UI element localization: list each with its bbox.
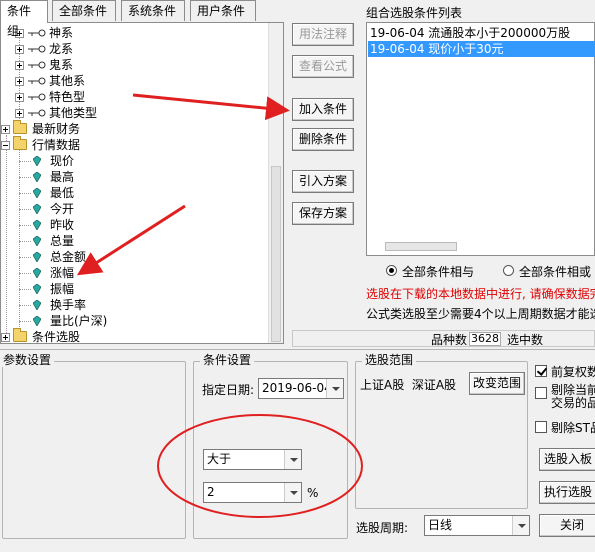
expand-icon[interactable] [15, 77, 24, 86]
indicator-icon [33, 284, 41, 294]
count-value: 3628 [469, 332, 501, 346]
note-formula-periods: 公式类选股至少需要4个以上周期数据才能选 [366, 307, 595, 321]
exclude-current-checkbox[interactable] [535, 387, 547, 399]
tree-scrollbar-thumb[interactable] [271, 166, 281, 342]
period-select[interactable]: 日线 [424, 515, 530, 536]
tab-user-conditions[interactable]: 用户条件 [190, 0, 256, 21]
operator-select[interactable]: 大于 [203, 449, 302, 470]
and-label: 全部条件相与 [402, 265, 475, 279]
indicator-icon [33, 300, 41, 310]
change-range-button[interactable]: 改变范围 [469, 372, 525, 395]
key-icon [28, 77, 46, 85]
condition-settings-title: 条件设置 [200, 353, 255, 367]
expand-icon[interactable] [15, 93, 24, 102]
indicator-icon [33, 236, 41, 246]
range-markets: 上证A股 深证A股 [360, 378, 457, 392]
usage-button[interactable]: 用法注释 [292, 23, 354, 46]
value-input[interactable]: 2 [203, 482, 302, 503]
date-picker[interactable]: 2019-06-04 [258, 378, 344, 399]
exclude-st-label: 剔除ST品 [551, 421, 595, 435]
view-formula-button[interactable]: 查看公式 [292, 55, 354, 78]
indicator-icon [33, 156, 41, 166]
condition-tree[interactable]: 神系 龙系 鬼系 其他系 特色型 其他类型 最新财务 行情数据 现价 最高 最低 今开… [0, 22, 284, 344]
expand-icon[interactable] [15, 109, 24, 118]
tab-condition-group[interactable]: 条件组 [0, 0, 48, 38]
key-icon [28, 93, 46, 101]
list-item[interactable]: 19-06-04 流通股本小于200000万股 [368, 25, 570, 41]
restore-rights-label: 前复权数 [551, 365, 595, 379]
chevron-down-icon[interactable] [284, 450, 301, 469]
restore-rights-checkbox[interactable] [535, 365, 547, 377]
date-label: 指定日期: [202, 383, 255, 397]
add-condition-button[interactable]: 加入条件 [292, 98, 354, 121]
params-title: 参数设置 [0, 353, 55, 367]
count-label: 品种数 [431, 333, 468, 347]
list-hscroll-thumb[interactable] [385, 242, 457, 251]
note-local-data: 选股在下载的本地数据中进行, 请确保数据完 [366, 287, 595, 301]
delete-condition-button[interactable]: 删除条件 [292, 128, 354, 151]
indicator-icon [33, 220, 41, 230]
chevron-down-icon[interactable] [512, 516, 529, 535]
key-icon [28, 29, 46, 37]
key-icon [28, 45, 46, 53]
condition-list-title: 组合选股条件列表 [366, 6, 463, 20]
key-icon [28, 61, 46, 69]
expand-icon[interactable] [1, 333, 10, 342]
chevron-down-icon[interactable] [326, 379, 343, 398]
indicator-icon [33, 268, 41, 278]
and-radio[interactable] [386, 265, 397, 276]
params-group [2, 361, 186, 539]
indicator-icon [33, 252, 41, 262]
range-title: 选股范围 [362, 353, 417, 367]
list-item-selected[interactable]: 19-06-04 现价小于30元 [368, 41, 595, 57]
exclude-current-label-2: 交易的品 [551, 396, 595, 410]
or-radio[interactable] [503, 265, 514, 276]
tab-all-conditions[interactable]: 全部条件 [52, 0, 116, 21]
exclude-st-checkbox[interactable] [535, 421, 547, 433]
chevron-down-icon[interactable] [284, 483, 301, 502]
indicator-icon [33, 172, 41, 182]
expand-icon[interactable] [1, 125, 10, 134]
collapse-icon[interactable] [1, 141, 10, 150]
indicator-icon [33, 188, 41, 198]
folder-icon [13, 120, 27, 134]
period-label: 选股周期: [356, 521, 409, 535]
indicator-icon [33, 204, 41, 214]
to-block-button[interactable]: 选股入板 [539, 448, 595, 471]
tab-system-conditions[interactable]: 系统条件 [121, 0, 185, 21]
folder-open-icon [13, 136, 27, 150]
or-label: 全部条件相或 [519, 265, 592, 279]
selected-label: 选中数 [507, 333, 544, 347]
expand-icon[interactable] [15, 45, 24, 54]
unit-label: % [307, 486, 319, 500]
save-plan-button[interactable]: 保存方案 [292, 202, 354, 225]
condition-list[interactable]: 19-06-04 流通股本小于200000万股 19-06-04 现价小于30元 [366, 22, 595, 256]
folder-icon [13, 328, 27, 342]
key-icon [28, 109, 46, 117]
import-plan-button[interactable]: 引入方案 [292, 170, 354, 193]
indicator-icon [33, 316, 41, 326]
execute-button[interactable]: 执行选股 [539, 481, 595, 504]
close-button[interactable]: 关闭 [539, 514, 595, 537]
expand-icon[interactable] [15, 61, 24, 70]
